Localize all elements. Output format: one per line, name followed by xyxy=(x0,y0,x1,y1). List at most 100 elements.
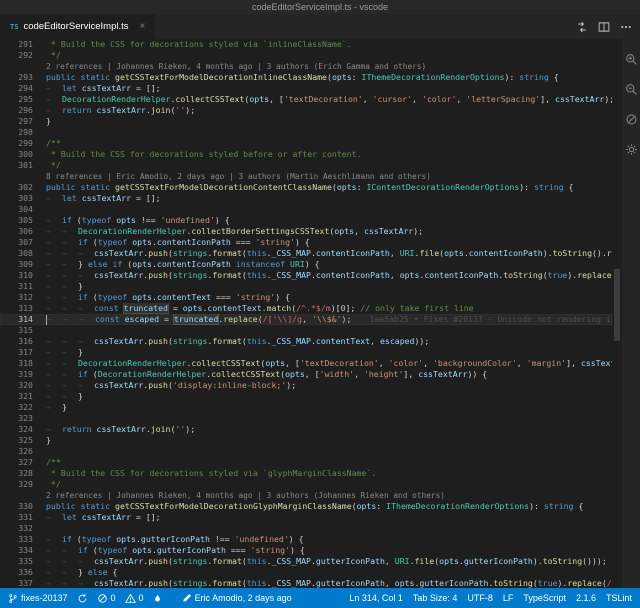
typescript-version[interactable]: 2.1.6 xyxy=(576,593,596,603)
line-number[interactable]: 315 xyxy=(0,325,46,336)
line-number[interactable]: 320 xyxy=(0,380,46,391)
code-line[interactable]: 316→→→cssTextArr.push(strings.format(thi… xyxy=(0,336,612,347)
code-line[interactable]: 329 */ xyxy=(0,479,612,490)
line-number[interactable]: 331 xyxy=(0,512,46,523)
line-number[interactable]: 333 xyxy=(0,534,46,545)
code-line[interactable]: 335→→→cssTextArr.push(strings.format(thi… xyxy=(0,556,612,567)
code-line[interactable]: 297} xyxy=(0,116,612,127)
line-number[interactable]: 295 xyxy=(0,94,46,105)
line-number[interactable]: 293 xyxy=(0,72,46,83)
line-number[interactable]: 310 xyxy=(0,270,46,281)
line-number[interactable]: 328 xyxy=(0,468,46,479)
tslint-status[interactable]: TSLint xyxy=(606,593,632,603)
line-number[interactable]: 313 xyxy=(0,303,46,314)
code-line[interactable]: 308→→→cssTextArr.push(strings.format(thi… xyxy=(0,248,612,259)
line-number[interactable]: 304 xyxy=(0,204,46,215)
line-number[interactable]: 336 xyxy=(0,567,46,578)
code-line[interactable]: 293public static getCSSTextForModelDecor… xyxy=(0,72,612,83)
line-number[interactable]: 335 xyxy=(0,556,46,567)
language-mode[interactable]: TypeScript xyxy=(523,593,566,603)
open-changes-icon[interactable] xyxy=(576,21,588,33)
code-line[interactable]: 332 xyxy=(0,523,612,534)
code-line[interactable]: 298 xyxy=(0,127,612,138)
code-line[interactable]: 314→→→const escaped = truncated.replace(… xyxy=(0,314,612,325)
cursor-position[interactable]: Ln 314, Col 1 xyxy=(349,593,403,603)
line-number[interactable]: 324 xyxy=(0,424,46,435)
line-number[interactable]: 325 xyxy=(0,435,46,446)
code-line[interactable]: 303→let cssTextArr = []; xyxy=(0,193,612,204)
gitlens-blame-status[interactable]: Eric Amodio, 2 days ago xyxy=(182,593,292,603)
code-line[interactable]: 315 xyxy=(0,325,612,336)
line-number[interactable]: 329 xyxy=(0,479,46,490)
zoom-in-icon[interactable] xyxy=(625,53,638,66)
code-line[interactable]: 325} xyxy=(0,435,612,446)
code-line[interactable]: 313→→→const truncated = opts.contentText… xyxy=(0,303,612,314)
warnings-indicator[interactable]: 0 xyxy=(125,593,144,604)
line-number[interactable]: 300 xyxy=(0,149,46,160)
code-line[interactable]: 320→→→cssTextArr.push('display:inline-bl… xyxy=(0,380,612,391)
line-number[interactable]: 323 xyxy=(0,413,46,424)
circle-slash-icon[interactable] xyxy=(625,113,638,126)
code-line[interactable]: 312→→if (typeof opts.contentText === 'st… xyxy=(0,292,612,303)
line-number[interactable]: 303 xyxy=(0,193,46,204)
code-line[interactable]: 292 */ xyxy=(0,50,612,61)
code-line[interactable]: 328 * Build the CSS for decorations styl… xyxy=(0,468,612,479)
code-line[interactable]: 310→→→cssTextArr.push(strings.format(thi… xyxy=(0,270,612,281)
line-number[interactable]: 299 xyxy=(0,138,46,149)
codelens-row[interactable]: 8 references | Eric Amodio, 2 days ago |… xyxy=(0,171,612,182)
encoding-indicator[interactable]: UTF-8 xyxy=(467,593,493,603)
code-line[interactable]: 307→→if (typeof opts.contentIconPath ===… xyxy=(0,237,612,248)
line-number[interactable]: 337 xyxy=(0,578,46,588)
line-number[interactable]: 297 xyxy=(0,116,46,127)
more-actions-icon[interactable] xyxy=(620,21,632,33)
line-number[interactable]: 309 xyxy=(0,259,46,270)
tab-close-icon[interactable]: × xyxy=(140,21,146,32)
tab-size-indicator[interactable]: Tab Size: 4 xyxy=(413,593,458,603)
code-line[interactable]: 321→→} xyxy=(0,391,612,402)
line-number[interactable]: 330 xyxy=(0,501,46,512)
code-line[interactable]: 302public static getCSSTextForModelDecor… xyxy=(0,182,612,193)
line-number[interactable]: 305 xyxy=(0,215,46,226)
tab-codeeditorserviceimpl[interactable]: TS codeEditorServiceImpl.ts × xyxy=(0,14,156,39)
line-number[interactable]: 334 xyxy=(0,545,46,556)
code-line[interactable]: 296→return cssTextArr.join(''); xyxy=(0,105,612,116)
line-number[interactable]: 316 xyxy=(0,336,46,347)
code-line[interactable]: 294→let cssTextArr = []; xyxy=(0,83,612,94)
sync-button[interactable] xyxy=(77,593,88,604)
code-line[interactable]: 306→→DecorationRenderHelper.collectBorde… xyxy=(0,226,612,237)
code-line[interactable]: 327/** xyxy=(0,457,612,468)
line-number[interactable]: 302 xyxy=(0,182,46,193)
line-number[interactable]: 321 xyxy=(0,391,46,402)
line-number[interactable]: 318 xyxy=(0,358,46,369)
line-number[interactable]: 307 xyxy=(0,237,46,248)
gear-icon[interactable] xyxy=(625,143,638,156)
line-number[interactable]: 291 xyxy=(0,39,46,50)
code-editor[interactable]: 291 * Build the CSS for decorations styl… xyxy=(0,39,622,588)
eol-indicator[interactable]: LF xyxy=(503,593,514,603)
vertical-scrollbar[interactable] xyxy=(612,39,622,588)
split-editor-icon[interactable] xyxy=(598,21,610,33)
code-line[interactable]: 323 xyxy=(0,413,612,424)
line-number[interactable]: 298 xyxy=(0,127,46,138)
code-line[interactable]: 305→if (typeof opts !== 'undefined') { xyxy=(0,215,612,226)
errors-indicator[interactable]: 0 xyxy=(97,593,116,604)
code-line[interactable]: 334→→if (typeof opts.gutterIconPath === … xyxy=(0,545,612,556)
line-number[interactable]: 317 xyxy=(0,347,46,358)
line-number[interactable]: 301 xyxy=(0,160,46,171)
line-number[interactable]: 326 xyxy=(0,446,46,457)
code-line[interactable]: 304 xyxy=(0,204,612,215)
code-line[interactable]: 291 * Build the CSS for decorations styl… xyxy=(0,39,612,50)
code-line[interactable]: 337→→→cssTextArr.push(strings.format(thi… xyxy=(0,578,612,588)
line-number[interactable]: 306 xyxy=(0,226,46,237)
code-line[interactable]: 330public static getCSSTextForModelDecor… xyxy=(0,501,612,512)
line-number[interactable]: 327 xyxy=(0,457,46,468)
code-line[interactable]: 317→→} xyxy=(0,347,612,358)
flame-icon[interactable] xyxy=(153,593,162,604)
line-number[interactable]: 322 xyxy=(0,402,46,413)
code-line[interactable]: 326 xyxy=(0,446,612,457)
codelens-row[interactable]: 2 references | Johannes Rieken, 4 months… xyxy=(0,490,612,501)
git-branch-indicator[interactable]: fixes-20137 xyxy=(8,593,68,604)
line-number[interactable]: 319 xyxy=(0,369,46,380)
code-line[interactable]: 336→→} else { xyxy=(0,567,612,578)
scrollbar-thumb[interactable] xyxy=(614,269,620,341)
